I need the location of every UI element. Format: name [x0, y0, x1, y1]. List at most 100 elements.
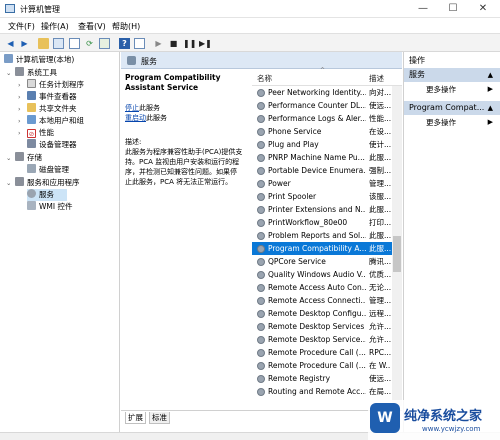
- column-name[interactable]: 名称: [257, 73, 272, 84]
- service-row[interactable]: Plug and Play 使计...: [252, 138, 392, 151]
- tree-shared-folders[interactable]: 共享文件夹: [27, 103, 77, 115]
- service-row[interactable]: Remote Access Connecti... 管理...: [252, 294, 392, 307]
- service-row[interactable]: Power 管理...: [252, 177, 392, 190]
- service-name: Program Compatibility A...: [268, 244, 366, 253]
- list-view-icon[interactable]: [134, 38, 145, 49]
- service-row[interactable]: Phone Service 在设...: [252, 125, 392, 138]
- menu-help[interactable]: 帮助(H): [112, 21, 140, 32]
- actions-group-program-compat[interactable]: Program Compat... ▲: [404, 101, 500, 115]
- vertical-scrollbar[interactable]: [392, 86, 402, 406]
- tree-disk-management[interactable]: 磁盘管理: [27, 164, 69, 176]
- stop-icon[interactable]: ■: [168, 38, 179, 49]
- menu-file[interactable]: 文件(F): [8, 21, 35, 32]
- service-desc: 远程...: [369, 309, 391, 318]
- tree-storage[interactable]: 存储: [15, 152, 42, 164]
- service-row[interactable]: Remote Access Auto Con... 无论...: [252, 281, 392, 294]
- service-name: Remote Desktop Services: [268, 322, 365, 331]
- help-icon[interactable]: ?: [119, 38, 130, 49]
- menu-action[interactable]: 操作(A): [41, 21, 69, 32]
- service-row[interactable]: Quality Windows Audio V... 优质...: [252, 268, 392, 281]
- restart-service-link[interactable]: 重启动: [125, 114, 146, 122]
- expand-icon[interactable]: ›: [18, 103, 21, 115]
- tree-performance[interactable]: ⊘ 性能: [27, 127, 54, 139]
- service-row[interactable]: Remote Desktop Service... 允许...: [252, 333, 392, 346]
- description-text: 此服务为程序兼容性助手(PCA)提供支: [125, 148, 243, 156]
- tree-services-apps[interactable]: 服务和应用程序: [15, 177, 80, 189]
- expand-icon[interactable]: ›: [18, 127, 21, 139]
- service-name: Remote Access Connecti...: [268, 296, 366, 305]
- service-row[interactable]: Remote Desktop Services 允许...: [252, 320, 392, 333]
- back-arrow-icon[interactable]: ◀: [5, 38, 16, 49]
- tree-services[interactable]: 服务: [27, 189, 67, 201]
- service-row[interactable]: Routing and Remote Acc... 在局...: [252, 385, 392, 398]
- restart-icon[interactable]: ▶❚: [199, 38, 212, 49]
- more-actions-program-compat[interactable]: 更多操作 ▶: [404, 116, 500, 129]
- service-row[interactable]: Remote Desktop Configu... 远程...: [252, 307, 392, 320]
- tree-wmi[interactable]: WMI 控件: [27, 201, 72, 213]
- navigation-tree: 计算机管理(本地) ⌄ 系统工具 › 任务计划程序 › 事件查看器 › 共享文件…: [0, 52, 120, 432]
- forward-arrow-icon[interactable]: ▶: [19, 38, 30, 49]
- service-row[interactable]: Performance Logs & Aler... 性能...: [252, 112, 392, 125]
- gear-icon: [257, 284, 265, 292]
- gear-icon: [257, 310, 265, 318]
- service-row[interactable]: Program Compatibility A... 此服...: [252, 242, 392, 255]
- service-row[interactable]: Performance Counter DL... 使远...: [252, 99, 392, 112]
- service-row[interactable]: Portable Device Enumera... 强制...: [252, 164, 392, 177]
- service-row[interactable]: Remote Procedure Call (... RPC...: [252, 346, 392, 359]
- menu-view[interactable]: 查看(V): [78, 21, 106, 32]
- service-row[interactable]: Printer Extensions and N... 此服...: [252, 203, 392, 216]
- service-row[interactable]: QPCore Service 腾讯...: [252, 255, 392, 268]
- service-name: Performance Logs & Aler...: [268, 114, 366, 123]
- collapse-icon[interactable]: ⌄: [6, 152, 11, 164]
- expand-icon[interactable]: ›: [18, 91, 21, 103]
- computer-icon: [4, 54, 13, 63]
- pause-icon[interactable]: ❚❚: [183, 38, 196, 49]
- service-row[interactable]: Problem Reports and Sol... 此服...: [252, 229, 392, 242]
- service-desc: 使远...: [369, 374, 391, 383]
- tab-standard[interactable]: 标准: [149, 412, 170, 424]
- collapse-icon[interactable]: ⌄: [6, 177, 11, 189]
- tree-root[interactable]: 计算机管理(本地): [4, 54, 74, 66]
- minimize-button[interactable]: —: [408, 1, 438, 17]
- maximize-button[interactable]: ☐: [438, 1, 468, 17]
- tree-local-users[interactable]: 本地用户和组: [27, 115, 84, 127]
- tree-event-viewer[interactable]: 事件查看器: [27, 91, 77, 103]
- watermark-logo: W 纯净系统之家 www.ycwjzy.com: [368, 400, 500, 440]
- export-icon[interactable]: [99, 38, 110, 49]
- gear-icon: [257, 206, 265, 214]
- service-row[interactable]: Peer Networking Identity... 向对...: [252, 86, 392, 99]
- expand-icon[interactable]: ›: [18, 79, 21, 91]
- tree-system-tools[interactable]: 系统工具: [15, 67, 57, 79]
- properties-icon[interactable]: [69, 38, 80, 49]
- view-icon[interactable]: [53, 38, 64, 49]
- folder-icon[interactable]: [38, 38, 49, 49]
- play-icon[interactable]: ▶: [153, 38, 164, 49]
- service-row[interactable]: Remote Registry 使远...: [252, 372, 392, 385]
- tab-extended[interactable]: 扩展: [125, 412, 146, 424]
- scrollbar-thumb[interactable]: [393, 236, 401, 272]
- service-name: Peer Networking Identity...: [268, 88, 366, 97]
- service-row[interactable]: PNRP Machine Name Pu... 此服...: [252, 151, 392, 164]
- stop-service-link[interactable]: 停止: [125, 104, 139, 112]
- refresh-icon[interactable]: ⟳: [84, 38, 95, 49]
- tree-task-scheduler[interactable]: 任务计划程序: [27, 79, 84, 91]
- collapse-icon[interactable]: ⌄: [6, 67, 11, 79]
- service-desc: 允许...: [369, 322, 391, 331]
- watermark-url: www.ycwjzy.com: [422, 425, 481, 433]
- service-row[interactable]: Remote Procedure Call (... 在 W...: [252, 359, 392, 372]
- sort-arrow-icon: ^: [320, 67, 326, 74]
- service-desc: 此服...: [369, 244, 391, 253]
- close-button[interactable]: ✕: [468, 1, 498, 17]
- expand-icon[interactable]: ›: [18, 115, 21, 127]
- title-bar: 计算机管理 — ☐ ✕: [0, 0, 500, 18]
- tree-device-manager[interactable]: 设备管理器: [27, 139, 77, 151]
- actions-group-services[interactable]: 服务 ▲: [404, 68, 500, 82]
- service-name: QPCore Service: [268, 257, 326, 266]
- shared-folder-icon: [27, 103, 36, 112]
- submenu-arrow-icon: ▶: [487, 85, 493, 93]
- service-row[interactable]: Print Spooler 该服...: [252, 190, 392, 203]
- column-description[interactable]: 描述: [369, 73, 384, 84]
- service-row[interactable]: PrintWorkflow_80e00 打印...: [252, 216, 392, 229]
- service-name: Performance Counter DL...: [268, 101, 366, 110]
- more-actions-services[interactable]: 更多操作 ▶: [404, 83, 500, 96]
